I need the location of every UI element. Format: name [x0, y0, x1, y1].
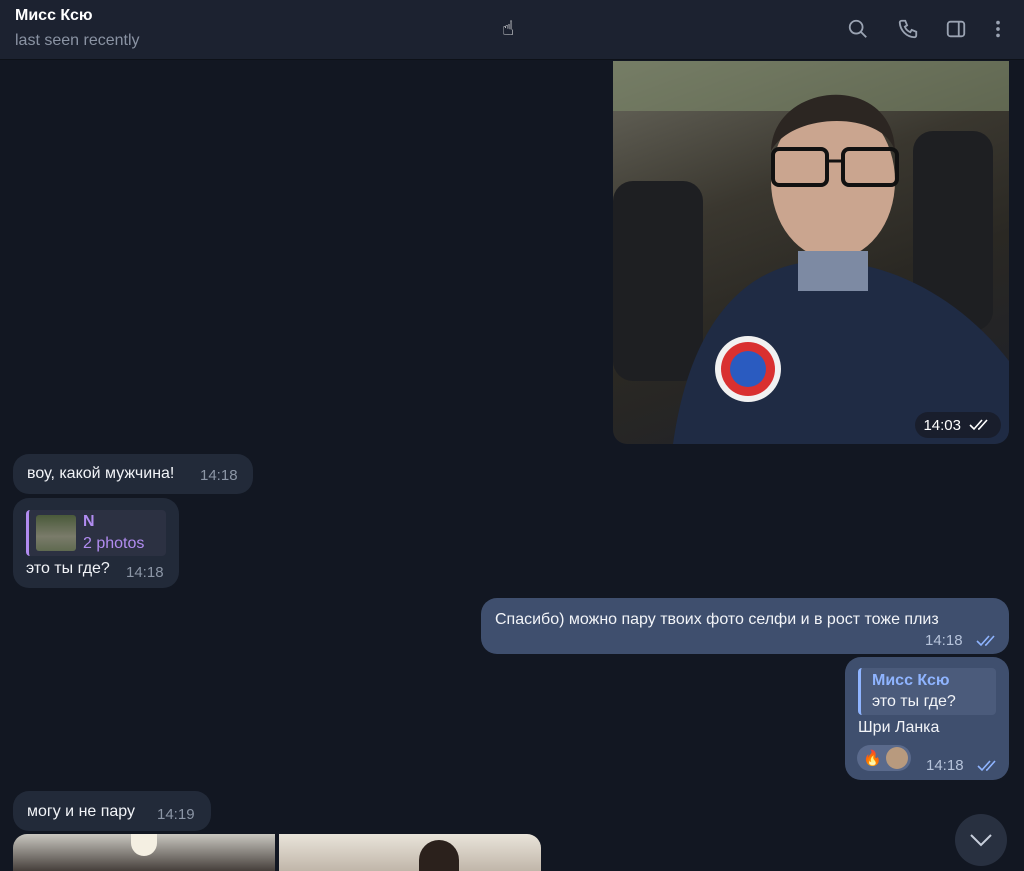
- message-text: Спасибо) можно пару твоих фото селфи и в…: [495, 611, 939, 628]
- message-bubble-incoming[interactable]: могу и не пару 14:19: [13, 791, 211, 831]
- message-time: 14:18: [200, 467, 238, 484]
- reply-thumbnail: [36, 515, 76, 551]
- photo-time-text: 14:03: [923, 416, 961, 434]
- chat-title[interactable]: Мисс Ксю: [15, 7, 93, 25]
- chat-status: last seen recently: [15, 32, 140, 49]
- message-time: 14:19: [157, 806, 195, 823]
- reply-preview[interactable]: N 2 photos: [26, 510, 166, 556]
- message-time: 14:18: [126, 564, 164, 581]
- photo-timestamp: 14:03: [915, 412, 1001, 438]
- search-icon[interactable]: [845, 14, 871, 44]
- message-bubble-outgoing[interactable]: Мисс Ксю это ты где? Шри Ланка 🔥 14:18: [845, 657, 1009, 780]
- selfie-photo-icon: [613, 61, 1009, 444]
- reply-preview[interactable]: Мисс Ксю это ты где?: [858, 668, 996, 715]
- scroll-down-button[interactable]: [955, 814, 1007, 866]
- message-time: 14:18: [926, 757, 964, 774]
- photo-message[interactable]: 14:03: [613, 61, 1009, 444]
- hand-cursor-icon: ☝: [502, 18, 515, 40]
- message-text: воу, какой мужчина!: [27, 465, 175, 482]
- message-list[interactable]: 14:03 воу, какой мужчина! 14:18 N 2 phot…: [0, 61, 1024, 871]
- read-checks-icon: [976, 635, 995, 647]
- message-bubble-incoming[interactable]: воу, какой мужчина! 14:18: [13, 454, 253, 494]
- fire-icon: 🔥: [863, 750, 882, 767]
- read-checks-icon: [969, 419, 988, 431]
- message-time: 14:18: [925, 632, 963, 649]
- avatar: [885, 747, 908, 769]
- message-text: могу и не пару: [27, 803, 136, 820]
- album-photo-1[interactable]: [13, 834, 275, 871]
- sidebar-toggle-icon[interactable]: [943, 14, 969, 44]
- reply-sender: Мисс Ксю: [872, 672, 950, 689]
- chat-header: Мисс Ксю last seen recently ☝: [0, 0, 1024, 60]
- album-photo-2[interactable]: [279, 834, 541, 871]
- read-checks-icon: [977, 760, 996, 772]
- message-text: Шри Ланка: [858, 719, 940, 736]
- reaction-chip[interactable]: 🔥: [857, 745, 911, 771]
- message-bubble-outgoing[interactable]: Спасибо) можно пару твоих фото селфи и в…: [481, 598, 1009, 654]
- message-bubble-incoming[interactable]: N 2 photos это ты где? 14:18: [13, 498, 179, 588]
- reply-sender: N: [83, 513, 95, 530]
- more-icon[interactable]: [985, 14, 1011, 44]
- chevron-down-icon: [970, 834, 992, 847]
- message-text: это ты где?: [26, 560, 110, 577]
- reply-text: 2 photos: [83, 535, 145, 552]
- phone-icon[interactable]: [895, 14, 921, 44]
- reply-text: это ты где?: [872, 693, 956, 710]
